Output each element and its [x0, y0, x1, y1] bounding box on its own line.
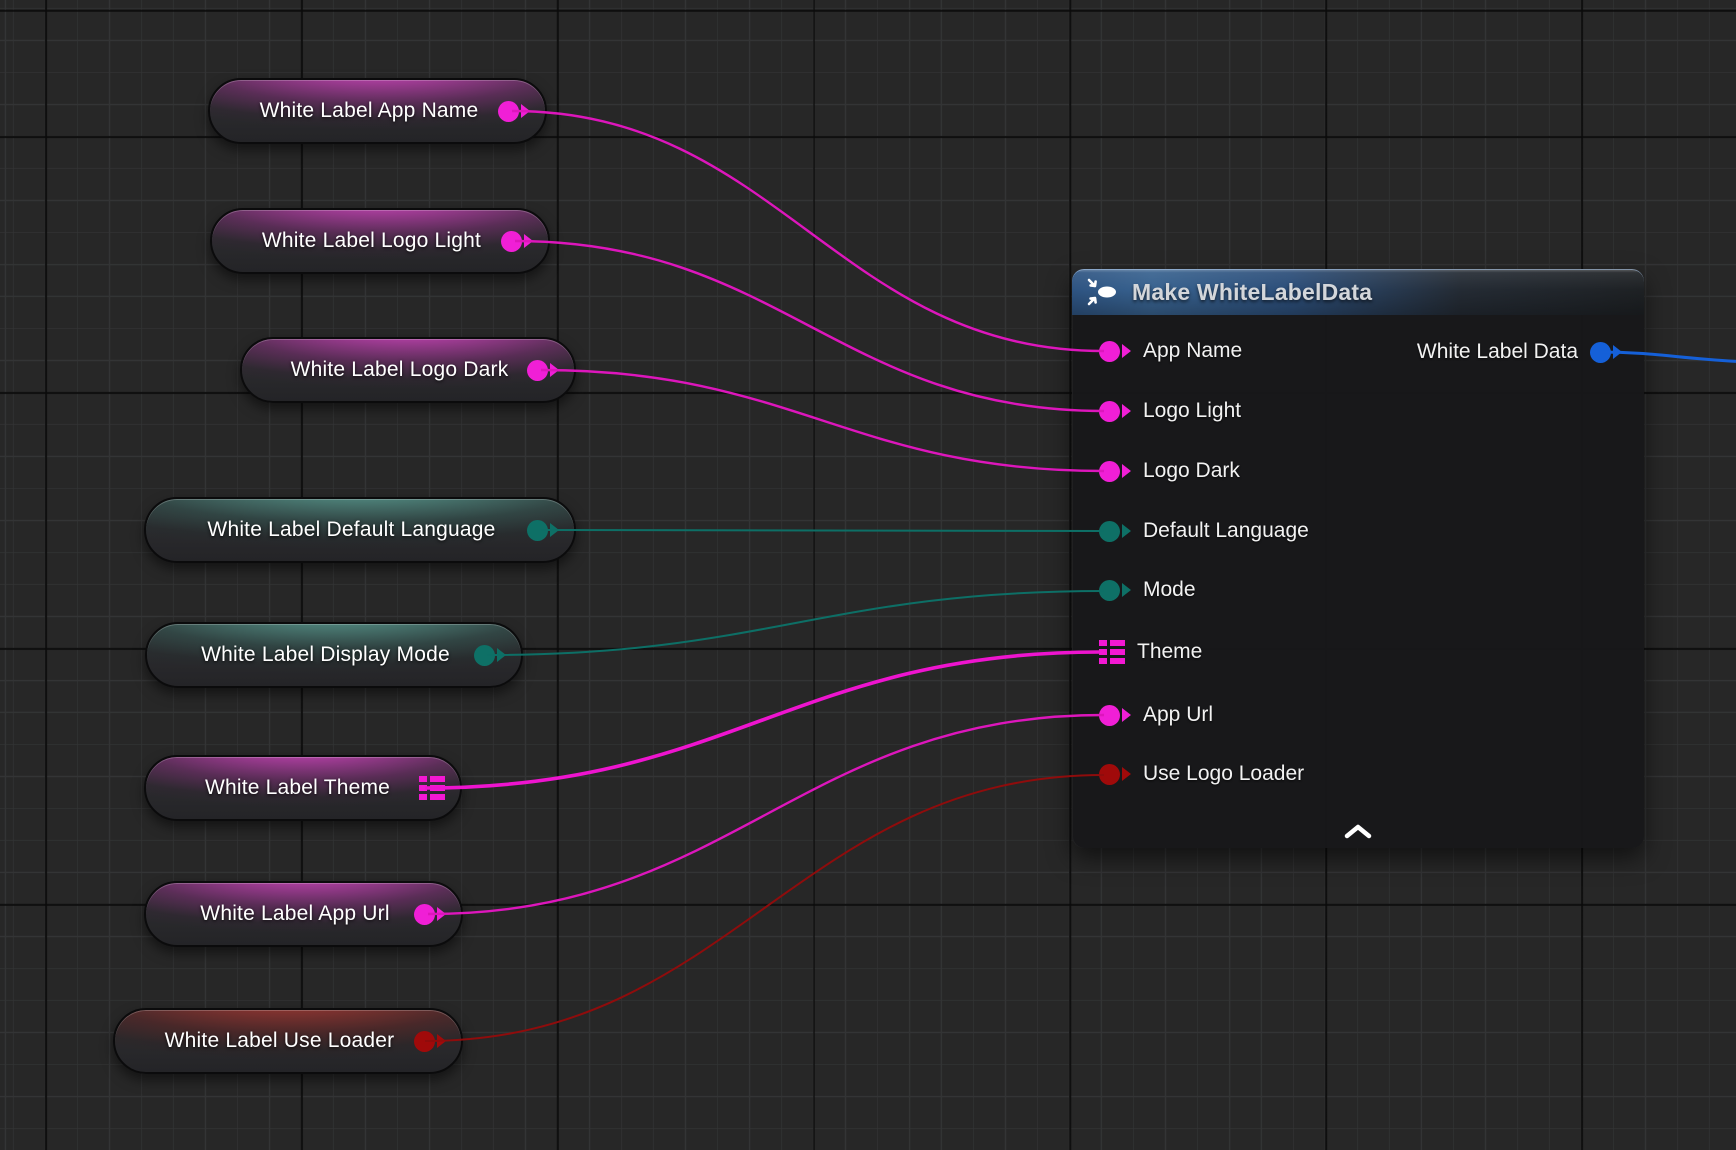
variable-node-label: White Label Theme	[176, 776, 419, 800]
variable-node-label: White Label Use Loader	[145, 1029, 414, 1053]
pin-white-label-display-mode-output[interactable]	[474, 645, 506, 666]
output-row-white-label-data: White Label Data	[1417, 339, 1622, 365]
wire-app-name[interactable]	[512, 111, 1104, 351]
input-row-use-logo-loader: Use Logo Loader	[1099, 761, 1304, 787]
wire-use-loader[interactable]	[425, 775, 1104, 1041]
variable-node-white-label-theme[interactable]: White Label Theme	[144, 755, 462, 821]
variable-node-label: White Label Logo Dark	[272, 358, 527, 382]
pin-white-label-logo-dark-output[interactable]	[527, 360, 559, 381]
input-pin-label: Logo Dark	[1143, 459, 1240, 483]
input-pin-app-name[interactable]	[1099, 341, 1131, 362]
blueprint-canvas[interactable]: White Label App Name White Label Logo Li…	[0, 0, 1736, 1150]
variable-node-white-label-use-loader[interactable]: White Label Use Loader	[113, 1008, 463, 1074]
pin-white-label-app-name-output[interactable]	[498, 101, 530, 122]
input-row-logo-light: Logo Light	[1099, 398, 1241, 424]
wire-logo-light[interactable]	[515, 241, 1104, 411]
pin-white-label-theme-output[interactable]	[419, 776, 445, 800]
variable-node-label: White Label Display Mode	[177, 643, 474, 667]
input-pin-logo-light[interactable]	[1099, 401, 1131, 422]
wire-theme[interactable]	[425, 652, 1100, 788]
variable-node-white-label-app-url[interactable]: White Label App Url	[144, 881, 463, 947]
pin-white-label-logo-light-output[interactable]	[501, 231, 533, 252]
input-pin-label: Theme	[1137, 640, 1202, 664]
input-row-theme: Theme	[1099, 639, 1202, 665]
make-whitelabeldata-node[interactable]: Make WhiteLabelData App Name Logo Light …	[1072, 269, 1644, 848]
struct-pin-icon	[1099, 640, 1125, 664]
wire-app-url[interactable]	[428, 715, 1104, 914]
variable-node-white-label-display-mode[interactable]: White Label Display Mode	[145, 622, 523, 688]
variable-node-white-label-logo-dark[interactable]: White Label Logo Dark	[240, 337, 576, 403]
pin-white-label-default-language-output[interactable]	[527, 520, 559, 541]
node-header[interactable]: Make WhiteLabelData	[1072, 269, 1644, 315]
input-pin-label: Logo Light	[1143, 399, 1241, 423]
wire-logo-dark[interactable]	[541, 370, 1104, 471]
variable-node-white-label-logo-light[interactable]: White Label Logo Light	[210, 208, 550, 274]
input-pin-app-url[interactable]	[1099, 705, 1131, 726]
output-pin-white-label-data[interactable]	[1590, 342, 1622, 363]
chevron-up-icon	[1344, 824, 1372, 839]
input-row-default-language: Default Language	[1099, 518, 1309, 544]
input-pin-theme[interactable]	[1099, 640, 1125, 664]
input-row-mode: Mode	[1099, 577, 1196, 603]
wire-display-mode[interactable]	[487, 591, 1104, 655]
wire-default-language[interactable]	[541, 530, 1104, 531]
make-struct-icon	[1086, 276, 1120, 308]
variable-node-label: White Label App Url	[176, 902, 414, 926]
input-pin-label: Default Language	[1143, 519, 1309, 543]
variable-node-label: White Label App Name	[240, 99, 498, 123]
input-pin-use-logo-loader[interactable]	[1099, 764, 1131, 785]
variable-node-label: White Label Logo Light	[242, 229, 501, 253]
variable-node-label: White Label Default Language	[176, 518, 527, 542]
output-pin-label: White Label Data	[1417, 340, 1578, 364]
pin-white-label-app-url-output[interactable]	[414, 904, 446, 925]
node-title: Make WhiteLabelData	[1132, 279, 1372, 306]
input-pin-label: App Name	[1143, 339, 1242, 363]
input-row-app-name: App Name	[1099, 338, 1242, 364]
input-pin-mode[interactable]	[1099, 580, 1131, 601]
input-row-app-url: App Url	[1099, 702, 1213, 728]
input-pin-label: Use Logo Loader	[1143, 762, 1304, 786]
input-pin-label: App Url	[1143, 703, 1213, 727]
collapse-node-button[interactable]	[1341, 822, 1375, 840]
variable-node-white-label-app-name[interactable]: White Label App Name	[208, 78, 547, 144]
input-row-logo-dark: Logo Dark	[1099, 458, 1240, 484]
input-pin-default-language[interactable]	[1099, 521, 1131, 542]
pin-white-label-use-loader-output[interactable]	[414, 1031, 446, 1052]
struct-pin-icon	[419, 776, 445, 800]
variable-node-white-label-default-language[interactable]: White Label Default Language	[144, 497, 576, 563]
input-pin-logo-dark[interactable]	[1099, 461, 1131, 482]
input-pin-label: Mode	[1143, 578, 1196, 602]
